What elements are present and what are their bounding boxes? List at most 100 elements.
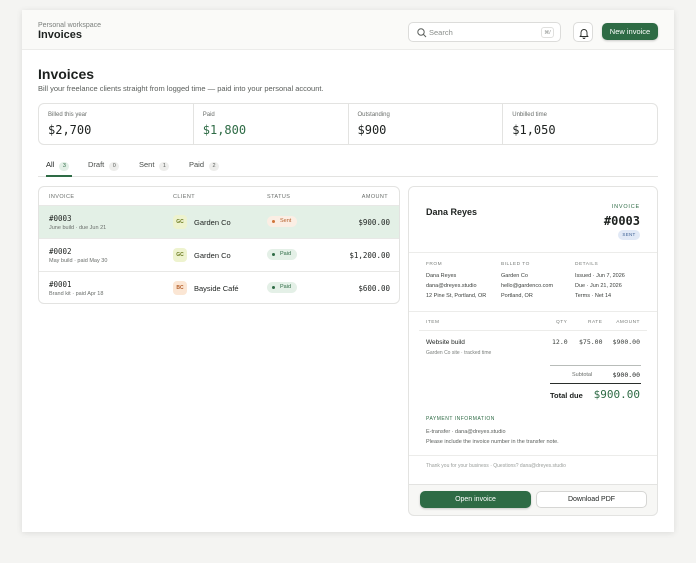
divider — [550, 365, 641, 366]
table-row[interactable]: #0002 May build · paid May 30 GC Garden … — [39, 238, 399, 271]
line-item-qty: 12.0 — [552, 338, 568, 346]
status-dot — [272, 253, 275, 256]
billed-to-line: hello@gardenco.com — [501, 283, 554, 289]
table-row[interactable]: #0003 June build · due Jun 21 GC Garden … — [39, 205, 399, 238]
stat-billed: Billed this year $2,700 — [39, 104, 194, 144]
subtotal-value: $900.00 — [612, 371, 640, 379]
client-avatar: BC — [173, 281, 187, 295]
status-badge: SENT — [618, 230, 640, 240]
details-heading: DETAILS — [575, 262, 599, 267]
col-header-amount: AMOUNT — [361, 194, 388, 200]
invoice-document: Dana Reyes INVOICE #0003 SENT FROM Dana … — [409, 187, 657, 485]
items-header-item: ITEM — [426, 320, 440, 325]
invoice-amount: $900.00 — [358, 218, 390, 227]
line-item-subtitle: Garden Co site · tracked time — [426, 350, 492, 356]
status-badge: Sent — [267, 216, 298, 227]
col-header-invoice: INVOICE — [49, 194, 75, 200]
divider — [409, 455, 657, 456]
divider — [409, 311, 657, 312]
open-invoice-button[interactable]: Open invoice — [420, 491, 531, 508]
divider — [550, 383, 641, 384]
page-title: Invoices — [38, 66, 95, 82]
invoice-label: INVOICE — [611, 204, 640, 210]
status-text: Paid — [280, 284, 292, 290]
search-placeholder: Search — [429, 28, 453, 37]
client-name: Garden Co — [194, 218, 231, 227]
tab-label: All — [46, 160, 55, 169]
tab-label: Sent — [139, 160, 155, 169]
invoice-table: INVOICE CLIENT STATUS AMOUNT #0003 June … — [38, 186, 400, 304]
tab-label: Paid — [189, 160, 205, 169]
from-line: 12 Pine St, Portland, OR — [426, 293, 487, 299]
tab-label: Draft — [88, 160, 105, 169]
download-pdf-button[interactable]: Download PDF — [536, 491, 647, 508]
workspace-label: Personal workspace — [38, 22, 102, 29]
search-icon — [417, 28, 427, 38]
details-line: Issued · Jun 7, 2026 — [575, 273, 625, 279]
line-item-amount: $900.00 — [612, 338, 640, 346]
details-line: Terms · Net 14 — [575, 293, 612, 299]
tab-count: 2 — [209, 162, 220, 171]
stat-value: $1,050 — [512, 123, 556, 137]
status-badge: Paid — [267, 249, 298, 260]
invoice-subtitle: Brand kit · paid Apr 18 — [49, 291, 104, 297]
tab-sent[interactable]: Sent 1 — [139, 160, 170, 177]
stat-outstanding: Outstanding $900 — [349, 104, 504, 144]
stat-value: $900 — [357, 123, 387, 137]
items-header-amount: AMOUNT — [616, 320, 640, 325]
from-line: dana@dreyes.studio — [426, 283, 477, 289]
top-bar: Personal workspace Invoices Search ⌘/ Ne… — [22, 10, 674, 50]
stat-paid: Paid $1,800 — [194, 104, 349, 144]
client-avatar: GC — [173, 248, 187, 262]
from-line: Dana Reyes — [426, 273, 457, 279]
total-label: Total due — [550, 391, 583, 400]
app-window: Personal workspace Invoices Search ⌘/ Ne… — [22, 10, 674, 532]
table-row[interactable]: #0001 Brand kit · paid Apr 18 BC Bayside… — [39, 271, 399, 303]
payment-line: E-transfer · dana@dreyes.studio — [426, 429, 506, 435]
client-name: Bayside Café — [194, 284, 239, 293]
details-line: Due · Jun 21, 2026 — [575, 283, 622, 289]
stat-label: Outstanding — [357, 112, 390, 118]
tab-paid[interactable]: Paid 2 — [189, 160, 220, 177]
sender-name: Dana Reyes — [426, 207, 478, 217]
status-dot — [272, 220, 275, 223]
client-avatar: GC — [173, 215, 187, 229]
stat-label: Unbilled time — [512, 112, 547, 118]
tab-all[interactable]: All 3 — [46, 160, 72, 177]
search-input[interactable]: Search ⌘/ — [408, 22, 561, 42]
stat-unbilled: Unbilled time $1,050 — [503, 104, 657, 144]
divider — [409, 252, 657, 253]
filter-tabs: All 3 Draft 0 Sent 1 Paid 2 — [38, 158, 658, 177]
tab-count: 1 — [159, 162, 170, 171]
search-shortcut: ⌘/ — [541, 27, 554, 38]
items-header-rate: RATE — [588, 320, 603, 325]
payment-heading: PAYMENT INFORMATION — [426, 416, 495, 422]
bell-icon — [579, 29, 589, 39]
client-name: Garden Co — [194, 251, 231, 260]
subtotal-label: Subtotal — [572, 372, 593, 378]
invoice-subtitle: June build · due Jun 21 — [49, 225, 107, 231]
invoice-amount: $600.00 — [358, 284, 390, 293]
from-heading: FROM — [426, 262, 443, 267]
col-header-client: CLIENT — [173, 194, 195, 200]
invoice-id: #0003 — [49, 214, 72, 223]
tab-draft[interactable]: Draft 0 — [88, 160, 120, 177]
notifications-button[interactable] — [573, 22, 593, 42]
billed-to-line: Portland, OR — [501, 293, 533, 299]
items-header-qty: QTY — [556, 320, 568, 325]
new-invoice-button[interactable]: New invoice — [602, 23, 658, 40]
stat-label: Paid — [202, 112, 215, 118]
col-header-status: STATUS — [267, 194, 291, 200]
invoice-subtitle: May build · paid May 30 — [49, 258, 108, 264]
tab-count: 0 — [109, 162, 120, 171]
invoice-id: #0002 — [49, 247, 72, 256]
status-text: Paid — [280, 251, 292, 257]
billed-to-line: Garden Co — [501, 273, 528, 279]
workspace-title: Invoices — [38, 29, 83, 41]
line-item-name: Website build — [426, 339, 465, 346]
status-dot — [272, 286, 275, 289]
stats-strip: Billed this year $2,700 Paid $1,800 Outs… — [38, 103, 658, 145]
billed-to-heading: BILLED TO — [501, 262, 530, 267]
invoice-preview: Dana Reyes INVOICE #0003 SENT FROM Dana … — [408, 186, 658, 516]
thank-you-note: Thank you for your business · Questions?… — [426, 463, 566, 469]
